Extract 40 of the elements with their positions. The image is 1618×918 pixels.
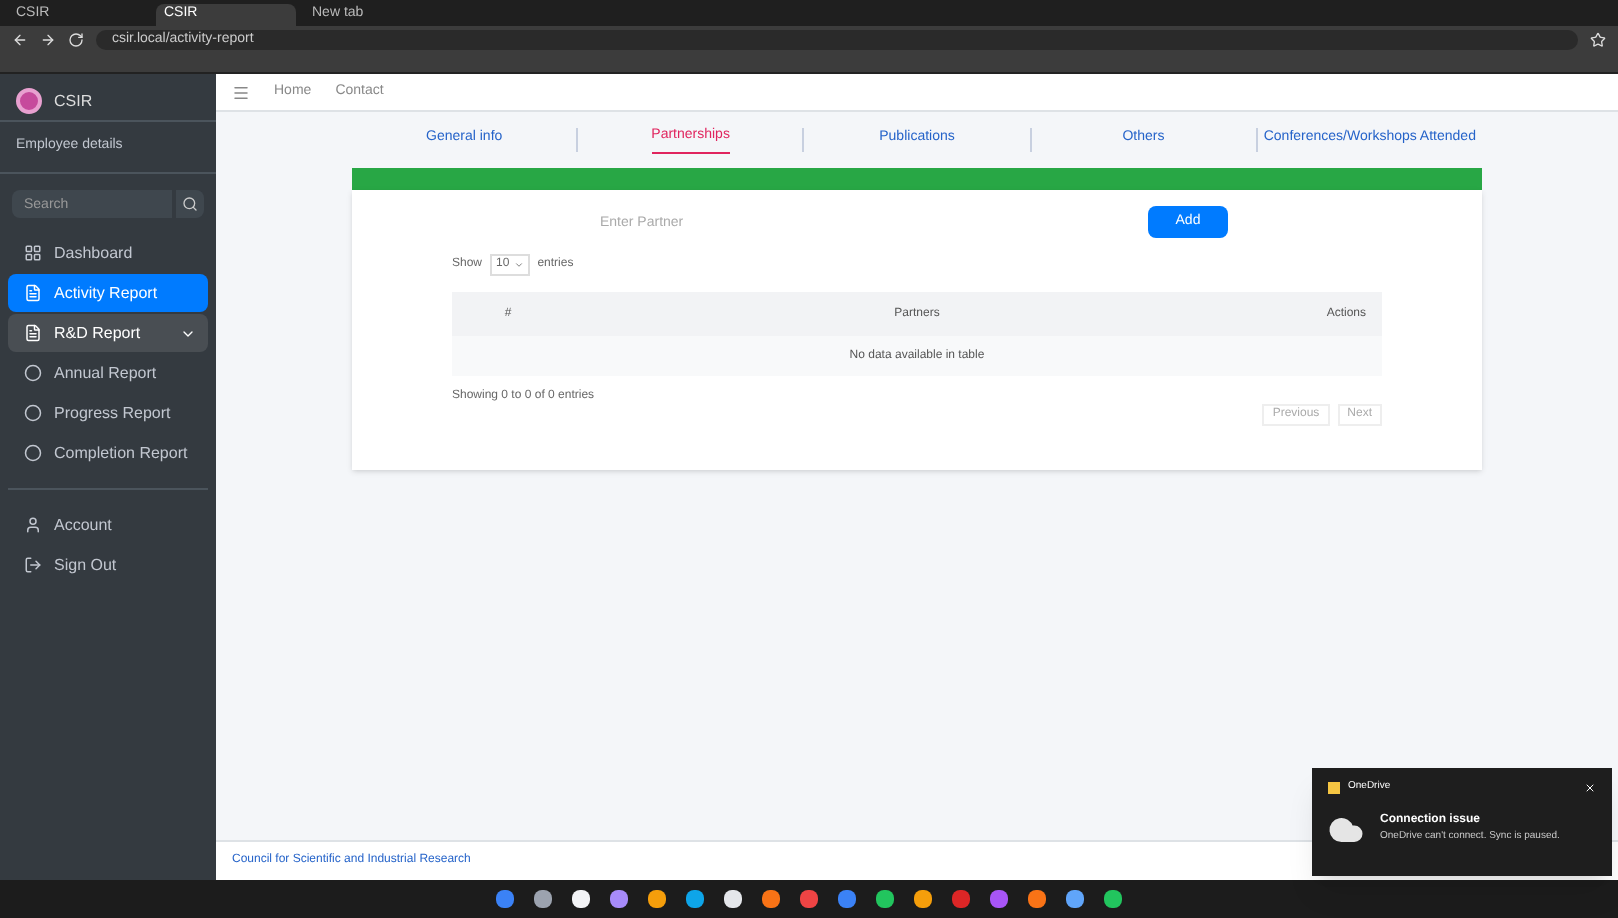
close-icon[interactable] bbox=[1584, 781, 1596, 794]
sidebar-item[interactable]: Account bbox=[8, 506, 208, 544]
sidebar-item[interactable]: Sign Out bbox=[8, 546, 208, 584]
circle-icon bbox=[24, 364, 42, 382]
reload-icon[interactable] bbox=[68, 32, 84, 48]
menu-icon[interactable] bbox=[232, 83, 250, 101]
sidebar-item[interactable]: Dashboard bbox=[8, 234, 208, 272]
user-icon bbox=[24, 516, 42, 534]
sidebar-item[interactable]: Activity Report bbox=[8, 274, 208, 312]
brand-name: CSIR bbox=[54, 89, 93, 113]
taskbar-app-icon[interactable] bbox=[534, 890, 552, 908]
taskbar-app-icon[interactable] bbox=[572, 890, 590, 908]
taskbar-app-icon[interactable] bbox=[914, 890, 932, 908]
grid-icon bbox=[24, 244, 42, 262]
search-button[interactable] bbox=[176, 190, 204, 218]
search-icon bbox=[182, 196, 198, 212]
sidebar-item[interactable]: Annual Report bbox=[8, 354, 208, 392]
caret-icon bbox=[513, 260, 524, 270]
taskbar-app-icon[interactable] bbox=[610, 890, 628, 908]
circle-icon bbox=[24, 444, 42, 462]
circle-icon bbox=[24, 404, 42, 422]
sidebar-item[interactable]: Progress Report bbox=[8, 394, 208, 432]
taskbar-app-icon[interactable] bbox=[1104, 890, 1122, 908]
back-icon[interactable] bbox=[12, 32, 28, 48]
app-icon bbox=[1328, 781, 1340, 794]
document-icon bbox=[24, 284, 42, 302]
sidebar-item[interactable]: Completion Report bbox=[8, 434, 208, 472]
taskbar-app-icon[interactable] bbox=[762, 890, 780, 908]
forward-icon[interactable] bbox=[40, 32, 56, 48]
logo-icon bbox=[16, 88, 42, 114]
taskbar-app-icon[interactable] bbox=[648, 890, 666, 908]
star-icon[interactable] bbox=[1590, 32, 1606, 48]
taskbar-app-icon[interactable] bbox=[876, 890, 894, 908]
sidebar-item[interactable]: R&D Report bbox=[8, 314, 208, 352]
exit-icon bbox=[24, 556, 42, 574]
taskbar-app-icon[interactable] bbox=[724, 890, 742, 908]
taskbar-app-icon[interactable] bbox=[1066, 890, 1084, 908]
document-icon bbox=[24, 324, 42, 342]
taskbar-app-icon[interactable] bbox=[1028, 890, 1046, 908]
taskbar-app-icon[interactable] bbox=[686, 890, 704, 908]
